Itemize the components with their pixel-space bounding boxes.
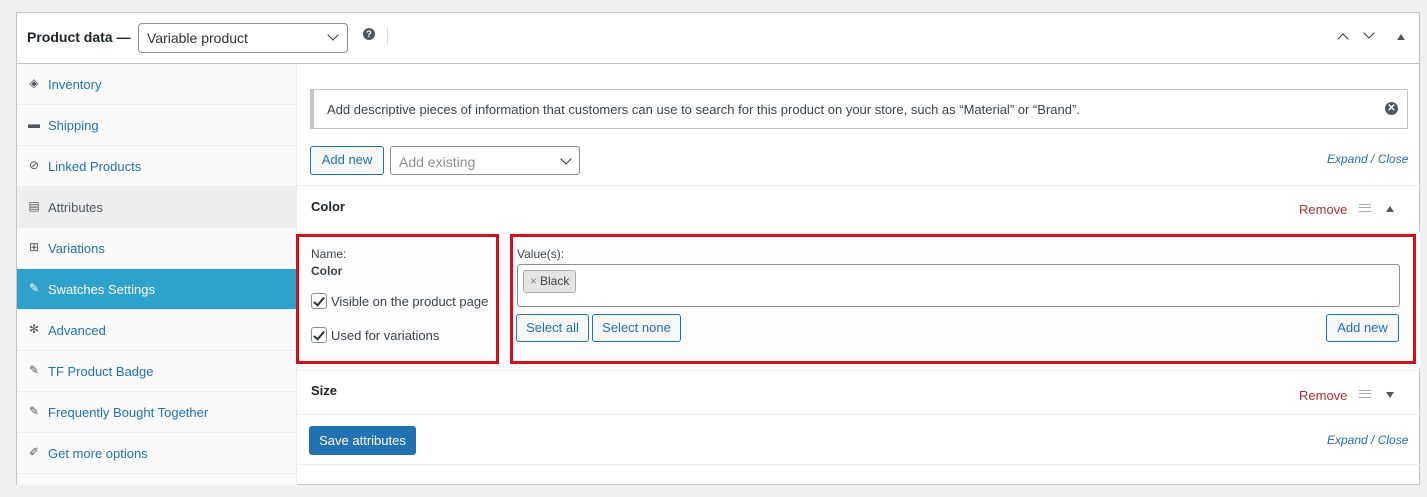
name-label: Name: xyxy=(311,247,347,261)
sidebar-item-advanced[interactable]: ✻ Advanced xyxy=(17,310,297,351)
visible-on-product-page-checkbox[interactable] xyxy=(311,293,327,309)
remove-color-link[interactable]: Remove xyxy=(1299,202,1347,217)
sidebar-item-label: Variations xyxy=(48,241,105,256)
grid-icon: ⊞ xyxy=(28,240,40,254)
sidebar-item-variations[interactable]: ⊞ Variations xyxy=(17,228,297,269)
sidebar-item-label: Inventory xyxy=(48,77,102,92)
expand-close-link[interactable]: Expand / Close xyxy=(1327,433,1408,447)
drag-handle-icon[interactable] xyxy=(1359,390,1371,398)
help-icon[interactable]: ? xyxy=(363,28,375,40)
add-new-attribute-button[interactable]: Add new xyxy=(310,146,384,175)
sidebar-item-inventory[interactable]: ◈ Inventory xyxy=(17,64,297,105)
chevron-down-icon xyxy=(327,29,339,41)
chevron-down-icon xyxy=(560,153,572,165)
values-label: Value(s): xyxy=(517,247,565,261)
truck-icon: ▬ xyxy=(28,117,40,131)
divider xyxy=(298,414,1420,415)
attribute-title-size[interactable]: Size xyxy=(311,383,337,398)
product-data-tabs: ◈ Inventory ▬ Shipping ⊘ Linked Products… xyxy=(17,64,297,485)
drag-handle-icon[interactable] xyxy=(1359,204,1371,212)
value-chip-black[interactable]: × Black xyxy=(523,270,577,293)
gear-icon: ✻ xyxy=(28,322,40,336)
tag-icon: ◈ xyxy=(29,76,39,90)
product-data-panel: Product data — Variable product ? ◈ Inve… xyxy=(16,12,1420,485)
divider xyxy=(298,370,1420,371)
sidebar-item-label: Get more options xyxy=(48,446,148,461)
move-up-icon[interactable] xyxy=(1337,33,1349,45)
sidebar-item-label: Linked Products xyxy=(48,159,142,174)
wrench-icon: ✎ xyxy=(28,363,40,377)
sidebar-item-label: Swatches Settings xyxy=(48,282,155,297)
visible-on-product-page-label[interactable]: Visible on the product page xyxy=(331,294,488,309)
value-chip-label: Black xyxy=(540,274,570,288)
select-none-button[interactable]: Select none xyxy=(592,314,681,342)
panel-title: Product data — xyxy=(27,29,131,45)
sidebar-item-attributes[interactable]: ▤ Attributes xyxy=(17,187,297,228)
sidebar-item-tf-product-badge[interactable]: ✎ TF Product Badge xyxy=(17,351,297,392)
collapse-icon[interactable] xyxy=(1397,34,1405,40)
used-for-variations-checkbox[interactable] xyxy=(311,327,327,343)
sidebar-item-frequently-bought-together[interactable]: ✎ Frequently Bought Together xyxy=(17,392,297,433)
add-existing-placeholder: Add existing xyxy=(399,154,476,170)
sidebar-item-shipping[interactable]: ▬ Shipping xyxy=(17,105,297,146)
collapse-toggle-icon[interactable] xyxy=(1386,206,1394,212)
values-input[interactable]: × Black xyxy=(517,264,1400,307)
product-type-value: Variable product xyxy=(147,30,248,46)
plug-icon: ✐ xyxy=(28,445,40,459)
attributes-info-notice: Add descriptive pieces of information th… xyxy=(310,89,1408,129)
link-icon: ⊘ xyxy=(28,158,40,172)
panel-header: Product data — Variable product ? xyxy=(17,13,1419,64)
sidebar-item-label: Advanced xyxy=(48,323,106,338)
wrench-icon: ✎ xyxy=(28,281,40,295)
table-icon: ▤ xyxy=(28,199,40,213)
sidebar-item-linked-products[interactable]: ⊘ Linked Products xyxy=(17,146,297,187)
product-type-select[interactable]: Variable product xyxy=(138,23,348,53)
attribute-title-color[interactable]: Color xyxy=(311,199,345,214)
expand-close-link[interactable]: Expand / Close xyxy=(1327,152,1408,166)
add-new-value-button[interactable]: Add new xyxy=(1326,314,1399,342)
add-existing-select[interactable]: Add existing xyxy=(390,146,580,175)
close-icon[interactable]: ✕ xyxy=(1385,102,1398,115)
sidebar-item-label: Shipping xyxy=(48,118,99,133)
notice-text: Add descriptive pieces of information th… xyxy=(327,102,1080,117)
sidebar-item-label: Attributes xyxy=(48,200,103,215)
wrench-icon: ✎ xyxy=(28,404,40,418)
expand-toggle-icon[interactable] xyxy=(1386,392,1394,398)
save-attributes-button[interactable]: Save attributes xyxy=(309,426,416,455)
remove-size-link[interactable]: Remove xyxy=(1299,388,1347,403)
sidebar-item-label: Frequently Bought Together xyxy=(48,405,209,420)
remove-chip-icon[interactable]: × xyxy=(530,274,537,288)
move-down-icon[interactable] xyxy=(1363,27,1375,39)
sidebar-item-get-more-options[interactable]: ✐ Get more options xyxy=(17,433,297,474)
used-for-variations-label[interactable]: Used for variations xyxy=(331,328,439,343)
divider xyxy=(298,464,1420,465)
sidebar-item-swatches-settings[interactable]: ✎ Swatches Settings xyxy=(17,269,297,310)
sidebar-item-label: TF Product Badge xyxy=(48,364,154,379)
select-all-button[interactable]: Select all xyxy=(516,314,589,342)
header-divider xyxy=(387,27,388,45)
name-value: Color xyxy=(311,264,343,278)
divider xyxy=(298,185,1420,186)
